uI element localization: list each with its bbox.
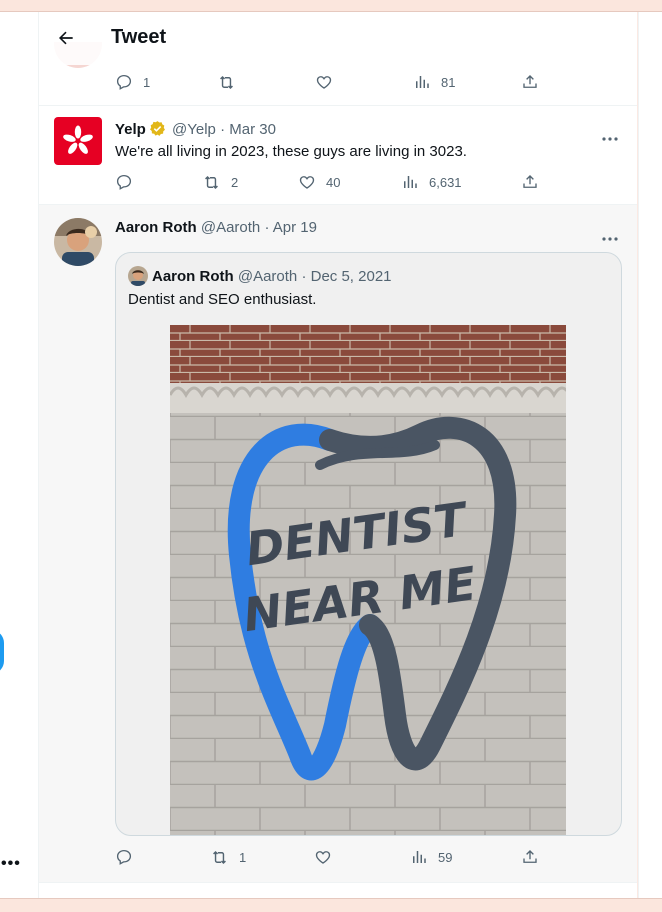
views-chart-icon bbox=[416, 76, 429, 88]
account-more-icon[interactable]: ••• bbox=[1, 855, 21, 873]
yelp-tweet[interactable]: Yelp @Yelp · Mar 30 We're all living in … bbox=[39, 106, 637, 205]
reply-button[interactable]: 1 bbox=[115, 73, 150, 91]
more-options-button[interactable] bbox=[599, 128, 621, 150]
page-title: Tweet bbox=[111, 26, 167, 48]
like-count: 40 bbox=[326, 174, 341, 190]
tweet-text: We're all living in 2023, these guys are… bbox=[115, 143, 467, 160]
more-options-button[interactable] bbox=[599, 228, 621, 250]
tweet-thread-column: Tweet 1 81 Yelp @Yelp · Mar 30 We're all… bbox=[39, 12, 637, 898]
quoted-tweet-header: Aaron Roth @Aaroth · Dec 5, 2021 bbox=[128, 266, 392, 286]
separator-dot: · bbox=[220, 121, 226, 138]
back-arrow-icon bbox=[59, 31, 73, 45]
right-sidebar-edge bbox=[638, 12, 662, 898]
like-button[interactable] bbox=[314, 848, 342, 866]
yelp-burst-icon bbox=[63, 125, 93, 154]
user-handle[interactable]: @Aaroth bbox=[201, 219, 260, 236]
quoted-avatar bbox=[128, 266, 148, 286]
browser-top-strip bbox=[0, 0, 662, 12]
tweet-date[interactable]: Apr 19 bbox=[273, 219, 317, 236]
quoted-avatar-photo bbox=[128, 266, 148, 286]
quoted-tweet[interactable]: Aaron Roth @Aaroth · Dec 5, 2021 Dentist… bbox=[115, 252, 622, 836]
more-dots-icon bbox=[602, 237, 618, 241]
quoted-tweet-date: Dec 5, 2021 bbox=[310, 268, 392, 285]
reply-icon bbox=[116, 849, 132, 865]
separator-dot: · bbox=[264, 219, 270, 236]
tweet-header: Yelp @Yelp · Mar 30 bbox=[115, 120, 276, 138]
retweet-button[interactable]: 1 bbox=[210, 848, 246, 867]
top-tweet-action-bar: 1 81 bbox=[115, 73, 545, 95]
views-chart-icon bbox=[413, 851, 426, 863]
views-chart-icon bbox=[404, 176, 417, 188]
more-dots-icon bbox=[602, 137, 618, 141]
reply-count: 1 bbox=[143, 74, 151, 90]
like-button[interactable] bbox=[315, 73, 343, 91]
aaron-roth-avatar-photo bbox=[54, 218, 102, 266]
tweet-action-bar: 1 59 bbox=[115, 848, 545, 870]
reply-icon bbox=[116, 74, 132, 90]
share-button[interactable] bbox=[521, 73, 539, 91]
heart-icon bbox=[299, 176, 315, 189]
left-navigation-pane: ••• bbox=[0, 12, 39, 898]
tweet-action-bar: 2 40 6,631 bbox=[115, 173, 545, 195]
retweet-button[interactable]: 2 bbox=[202, 173, 238, 192]
browser-bottom-strip bbox=[0, 898, 662, 912]
dentist-sign-photo: DENTIST NEAR ME bbox=[170, 325, 566, 835]
share-button[interactable] bbox=[521, 173, 539, 191]
heart-icon bbox=[316, 76, 332, 89]
tweet-header: Aaron Roth @Aaroth · Apr 19 bbox=[115, 219, 317, 236]
tweet-divider bbox=[39, 882, 637, 883]
heart-icon bbox=[315, 851, 331, 864]
quoted-display-name: Aaron Roth bbox=[152, 268, 234, 285]
share-button[interactable] bbox=[521, 848, 539, 866]
retweet-icon bbox=[213, 850, 226, 865]
retweet-count: 1 bbox=[239, 850, 247, 865]
quoted-user-handle: @Aaroth bbox=[237, 268, 298, 285]
reply-button[interactable] bbox=[115, 848, 143, 866]
page-header: Tweet bbox=[39, 12, 637, 65]
aaron-roth-avatar[interactable] bbox=[54, 218, 102, 266]
views-button[interactable]: 81 bbox=[413, 73, 455, 91]
share-icon bbox=[523, 175, 537, 188]
retweet-button[interactable] bbox=[217, 73, 246, 92]
reply-icon bbox=[116, 174, 132, 190]
quoted-tweet-text: Dentist and SEO enthusiast. bbox=[128, 291, 317, 308]
views-count: 81 bbox=[441, 74, 456, 90]
user-handle[interactable]: @Yelp bbox=[172, 121, 216, 138]
tweet-date[interactable]: Mar 30 bbox=[229, 121, 276, 138]
yelp-avatar[interactable] bbox=[54, 117, 102, 165]
display-name[interactable]: Yelp bbox=[115, 121, 146, 138]
compose-tweet-button[interactable] bbox=[0, 630, 4, 674]
like-button[interactable]: 40 bbox=[298, 173, 340, 191]
reply-button[interactable] bbox=[115, 173, 143, 191]
share-icon bbox=[523, 850, 537, 863]
back-button[interactable] bbox=[51, 23, 81, 53]
views-count: 6,631 bbox=[429, 174, 462, 190]
views-button[interactable]: 59 bbox=[410, 848, 452, 866]
verified-badge-icon bbox=[149, 121, 165, 136]
separator-dot: · bbox=[301, 268, 307, 285]
retweet-icon bbox=[220, 75, 233, 90]
retweet-icon bbox=[205, 175, 218, 190]
quoted-tweet-photo[interactable]: DENTIST NEAR ME bbox=[170, 325, 566, 835]
share-icon bbox=[523, 75, 537, 88]
aaron-roth-tweet[interactable]: Aaron Roth @Aaroth · Apr 19 Aaron Roth @… bbox=[39, 205, 637, 882]
retweet-count: 2 bbox=[231, 175, 239, 190]
display-name[interactable]: Aaron Roth bbox=[115, 219, 197, 236]
views-count: 59 bbox=[438, 849, 453, 865]
views-button[interactable]: 6,631 bbox=[401, 173, 462, 191]
